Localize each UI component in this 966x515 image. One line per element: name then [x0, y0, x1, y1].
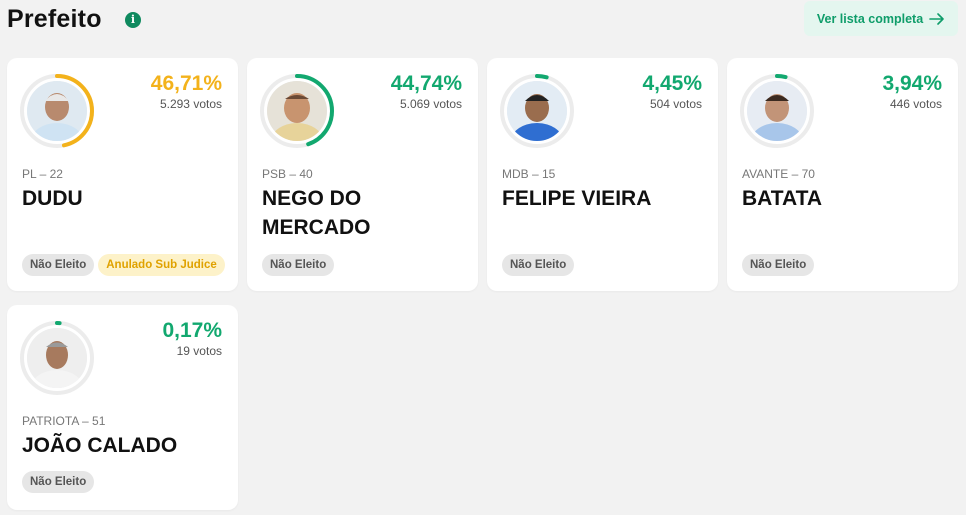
candidate-card[interactable]: 4,45% 504 votos MDB – 15 FELIPE VIEIRA N… — [487, 58, 718, 291]
candidate-name: JOÃO CALADO — [22, 434, 178, 457]
candidate-photo — [27, 328, 87, 388]
status-badge: Não Eleito — [742, 254, 815, 276]
vote-percentage: 46,71% — [150, 72, 222, 95]
candidate-photo — [27, 81, 87, 141]
candidate-name: DUDU — [22, 187, 83, 210]
party-number: MDB – 15 — [502, 167, 556, 181]
vote-percentage: 4,45% — [642, 72, 702, 95]
status-badges: Não Eleito Anulado Sub Judice — [22, 254, 225, 276]
header: Prefeito i Ver lista completa — [7, 0, 958, 40]
vote-count: 504 votos — [649, 97, 702, 111]
status-badge: Não Eleito — [262, 254, 335, 276]
full-list-button-label: Ver lista completa — [816, 11, 924, 26]
party-number: AVANTE – 70 — [742, 167, 815, 181]
page-title: Prefeito — [7, 5, 102, 33]
info-icon[interactable]: i — [125, 12, 141, 28]
candidate-card[interactable]: 44,74% 5.069 votos PSB – 40 NEGO DO MERC… — [247, 58, 478, 291]
candidate-card[interactable]: 0,17% 19 votos PATRIOTA – 51 JOÃO CALADO… — [7, 305, 238, 510]
candidate-photo — [747, 81, 807, 141]
vote-ring — [18, 72, 96, 150]
candidate-photo — [507, 81, 567, 141]
vote-percentage: 3,94% — [882, 72, 942, 95]
vote-ring — [18, 319, 96, 397]
party-number: PSB – 40 — [262, 167, 313, 181]
vote-ring — [498, 72, 576, 150]
vote-ring — [738, 72, 816, 150]
vote-count: 5.293 votos — [159, 97, 222, 111]
status-badges: Não Eleito — [502, 254, 575, 276]
vote-percentage: 0,17% — [162, 319, 222, 342]
vote-ring — [258, 72, 336, 150]
candidate-name: BATATA — [742, 187, 823, 210]
arrow-right-icon — [929, 12, 944, 25]
party-number: PL – 22 — [22, 167, 63, 181]
vote-count: 446 votos — [889, 97, 942, 111]
status-badge: Não Eleito — [502, 254, 575, 276]
status-badges: Não Eleito — [22, 471, 95, 493]
status-badge: Não Eleito — [22, 471, 95, 493]
status-badges: Não Eleito — [742, 254, 815, 276]
vote-count: 19 votos — [176, 344, 222, 358]
status-badge-sub-judice: Anulado Sub Judice — [98, 254, 225, 276]
candidate-photo — [267, 81, 327, 141]
candidate-card[interactable]: 3,94% 446 votos AVANTE – 70 BATATA Não E… — [727, 58, 958, 291]
status-badges: Não Eleito — [262, 254, 335, 276]
party-number: PATRIOTA – 51 — [22, 414, 106, 428]
candidate-name: NEGO DO MERCADO — [262, 187, 371, 239]
full-list-button[interactable]: Ver lista completa — [804, 1, 958, 36]
candidate-name: FELIPE VIEIRA — [502, 187, 652, 210]
candidate-card[interactable]: 46,71% 5.293 votos PL – 22 DUDU Não Elei… — [7, 58, 238, 291]
vote-count: 5.069 votos — [399, 97, 462, 111]
vote-percentage: 44,74% — [390, 72, 462, 95]
status-badge: Não Eleito — [22, 254, 95, 276]
